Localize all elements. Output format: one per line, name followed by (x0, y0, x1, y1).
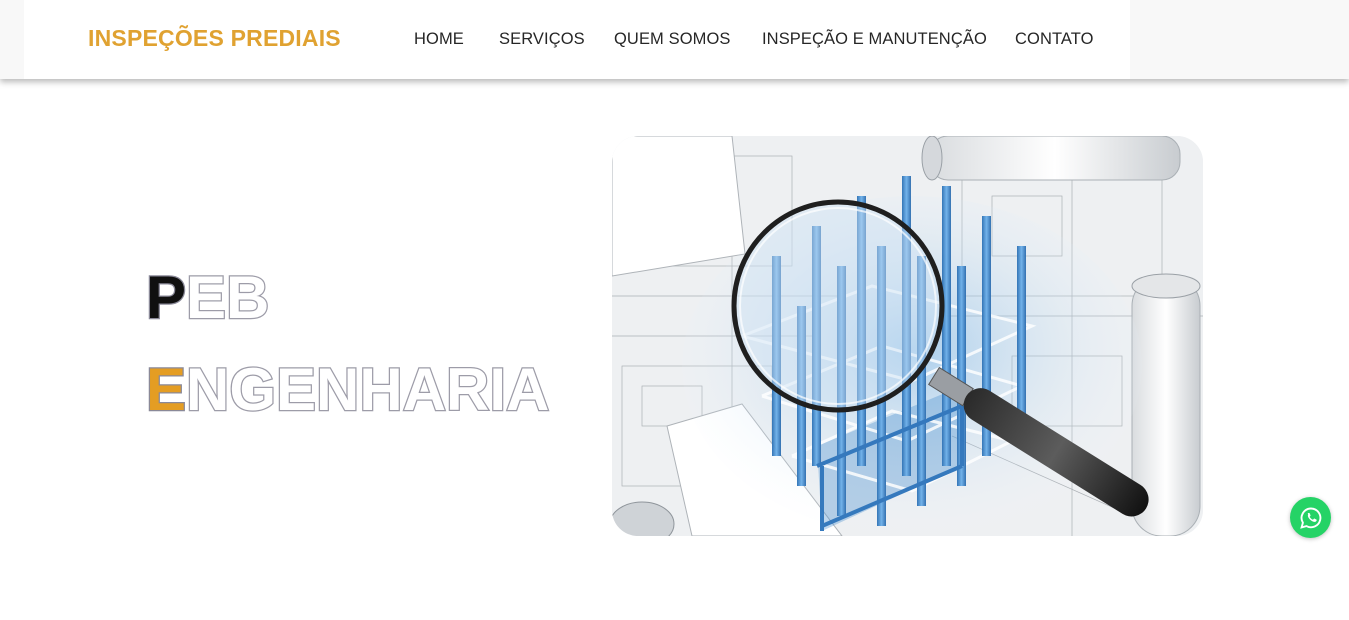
hero-image (612, 136, 1203, 536)
blueprint-magnifier-illustration (612, 136, 1203, 536)
nav-home[interactable]: HOME (414, 30, 464, 49)
hero-title-line-1: PEB (145, 252, 549, 344)
nav-quem-somos[interactable]: QUEM SOMOS (614, 30, 731, 49)
site-header: INSPEÇÕES PREDIAIS HOME SERVIÇOS QUEM SO… (0, 0, 1349, 79)
header-container: INSPEÇÕES PREDIAIS HOME SERVIÇOS QUEM SO… (24, 0, 1130, 79)
nav-inspecao-manutencao[interactable]: INSPEÇÃO E MANUTENÇÃO (762, 30, 987, 49)
whatsapp-icon (1299, 507, 1321, 529)
nav-servicos[interactable]: SERVIÇOS (499, 30, 585, 49)
brand-logo-link[interactable]: INSPEÇÕES PREDIAIS (88, 25, 341, 52)
nav-contato[interactable]: CONTATO (1015, 30, 1094, 49)
hero-title-initial-p: P (145, 263, 188, 333)
whatsapp-button[interactable] (1290, 497, 1331, 538)
hero-title-line-2: ENGENHARIA (145, 344, 551, 436)
hero-title: PEB ENGENHARIA (145, 252, 551, 436)
hero-title-rest-2: NGENHARIA (185, 355, 551, 425)
hero-title-rest-1: EB (185, 263, 271, 333)
hero-title-initial-e: E (145, 355, 188, 425)
